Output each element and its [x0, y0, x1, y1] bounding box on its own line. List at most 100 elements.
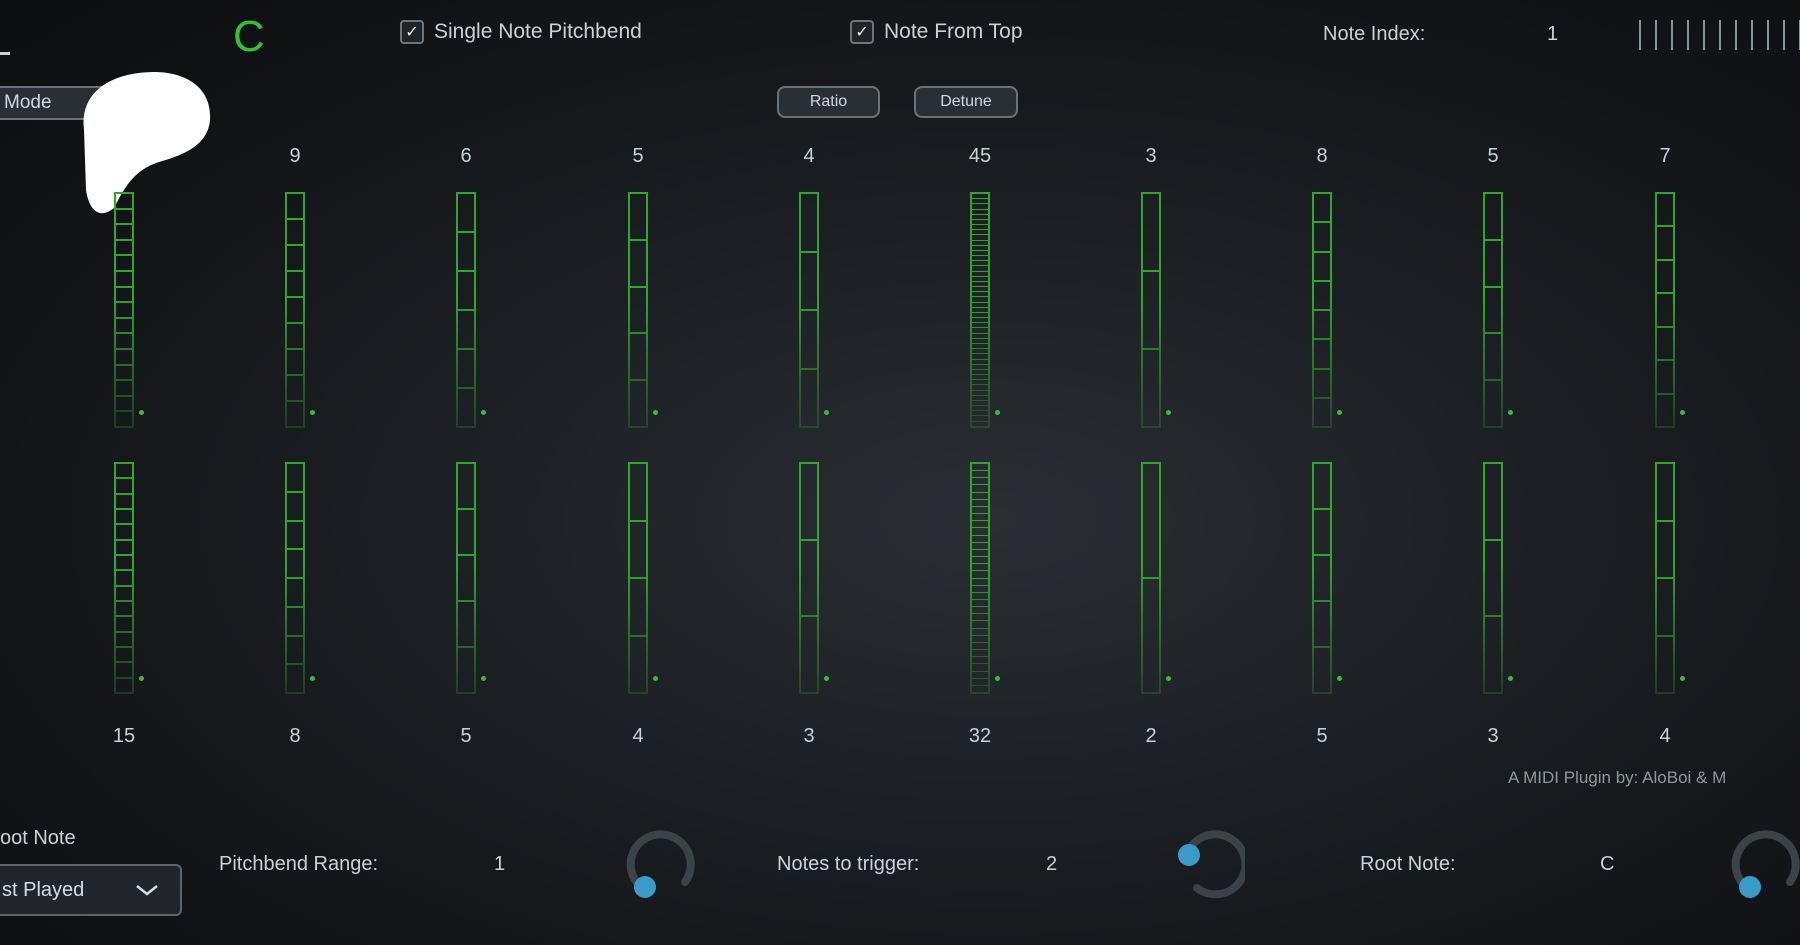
bar-segment [1314, 464, 1330, 510]
bar-segment [1657, 294, 1673, 328]
bar-segment [630, 241, 646, 288]
bar-segment [1314, 340, 1330, 370]
bar-segment [972, 485, 988, 493]
top-ratio-bar[interactable] [285, 192, 305, 428]
bar-segment [287, 246, 303, 272]
bottom-ratio-bar[interactable] [1483, 462, 1503, 694]
value-indicator-dot [1508, 410, 1513, 415]
value-indicator-dot [1680, 410, 1685, 415]
bar-segment [801, 370, 817, 427]
bar-segment [287, 637, 303, 666]
bottom-ratio-bar[interactable] [456, 462, 476, 694]
check-icon[interactable]: ✓ [850, 20, 874, 44]
notes-to-trigger-knob[interactable] [1175, 830, 1245, 900]
detune-label: Detune [940, 93, 992, 110]
bar-segment [116, 617, 132, 633]
single-note-pitchbend-toggle[interactable]: ✓ Single Note Pitchbend [400, 20, 642, 44]
value-indicator-dot [995, 676, 1000, 681]
bottom-ratio-bar[interactable] [628, 462, 648, 694]
value-indicator-dot [139, 410, 144, 415]
bar-segment [1143, 579, 1159, 692]
bar-segment [972, 422, 988, 426]
bar-segment [116, 556, 132, 572]
bottom-ratio-bar[interactable] [114, 462, 134, 694]
top-ratio-bar[interactable] [114, 192, 134, 428]
note-index-slider[interactable] [1638, 18, 1800, 52]
bottom-ratio-bar[interactable] [799, 462, 819, 694]
bar-segment [1314, 399, 1330, 426]
top-ratio-bar[interactable] [1141, 192, 1161, 428]
bottom-ratio-bar[interactable] [970, 462, 990, 694]
top-ratio-bar[interactable] [456, 192, 476, 428]
top-ratio-bar[interactable] [970, 192, 990, 428]
bottom-ratio-bar[interactable] [1655, 462, 1675, 694]
top-ratio-bar[interactable] [1655, 192, 1675, 428]
value-indicator-dot [824, 676, 829, 681]
bar-segment [458, 272, 474, 311]
bar-segment [116, 587, 132, 602]
note-from-top-toggle[interactable]: ✓ Note From Top [850, 20, 1023, 44]
bar-segment [1314, 194, 1330, 224]
bar-segment [458, 194, 474, 233]
value-indicator-dot [824, 410, 829, 415]
bar-segment [801, 464, 817, 541]
bar-segment [116, 256, 132, 272]
top-ratio-bar[interactable] [1483, 192, 1503, 428]
bar-segment [972, 643, 988, 651]
pitchbend-range-label: Pitchbend Range: [219, 853, 379, 875]
bar-segment [116, 479, 132, 495]
bar-segment [116, 633, 132, 648]
notes-to-trigger-label: Notes to trigger: [777, 853, 920, 875]
value-indicator-dot [310, 410, 315, 415]
bottom-ratio-bar[interactable] [1312, 462, 1332, 694]
bar-segment [1314, 311, 1330, 341]
bottom-ratio-value: 4 [1659, 725, 1671, 747]
bar-segment [116, 648, 132, 664]
bar-segment [801, 541, 817, 618]
ratio-button[interactable]: Ratio [777, 86, 880, 118]
bar-segment [801, 617, 817, 692]
top-ratio-value: 7 [1659, 145, 1671, 167]
ratio-label: Ratio [809, 93, 848, 110]
bar-segment [972, 557, 988, 565]
bar-segment [972, 536, 988, 543]
root-note-knob[interactable] [1730, 830, 1800, 900]
bar-segment [1143, 464, 1159, 579]
top-ratio-value: 9 [289, 145, 301, 167]
bottom-ratio-bar[interactable] [285, 462, 305, 694]
bar-segment [972, 571, 988, 579]
bar-segment [458, 311, 474, 350]
bar-segment [1485, 334, 1501, 382]
bar-segment [1657, 637, 1673, 693]
key-label: C [233, 12, 265, 61]
root-note-dropdown[interactable]: st Played [0, 864, 182, 916]
bar-segment [287, 522, 303, 551]
chevron-down-icon [136, 885, 158, 896]
value-indicator-dot [1166, 410, 1171, 415]
top-ratio-bar[interactable] [1312, 192, 1332, 428]
bar-segment [972, 514, 988, 522]
check-icon[interactable]: ✓ [400, 20, 424, 44]
bottom-ratio-bar[interactable] [1141, 462, 1161, 694]
bar-segment [287, 376, 303, 402]
bar-segment [458, 648, 474, 692]
bar-segment [116, 303, 132, 319]
top-ratio-bar[interactable] [799, 192, 819, 428]
bottom-ratio-value: 2 [1145, 725, 1157, 747]
value-indicator-dot [653, 410, 658, 415]
bar-segment [630, 194, 646, 241]
bar-segment [116, 525, 132, 541]
bar-segment [972, 657, 988, 665]
bar-segment [1657, 227, 1673, 261]
bar-segment [972, 521, 988, 529]
top-ratio-bar[interactable] [628, 192, 648, 428]
pitchbend-range-knob[interactable] [625, 830, 695, 900]
bar-segment [972, 586, 988, 593]
bar-segment [116, 194, 132, 210]
bar-segment [972, 607, 988, 615]
bar-segment [1657, 261, 1673, 295]
bar-segment [116, 334, 132, 350]
bar-segment [1143, 194, 1159, 272]
detune-button[interactable]: Detune [914, 86, 1018, 118]
bar-segment [972, 550, 988, 558]
